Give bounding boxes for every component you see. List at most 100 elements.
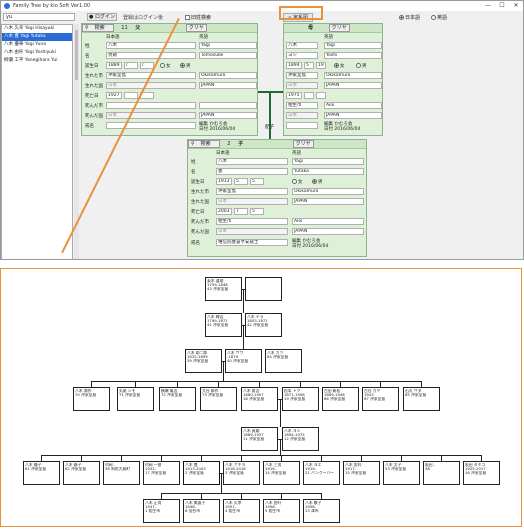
- tree-node[interactable]: 石丸 サダ 65 沖家室島: [403, 387, 440, 411]
- death-city-en-field[interactable]: Aioi: [324, 102, 382, 109]
- male-radio[interactable]: 男: [180, 63, 191, 69]
- tree-node[interactable]: 松本 トク 1871-1958 19 沖家室島: [282, 387, 319, 411]
- birth-city-ja-field[interactable]: 沖家室島: [286, 72, 318, 79]
- birth-day-field[interactable]: 19: [316, 62, 326, 69]
- search-button[interactable]: ⚲ 検索: [82, 24, 114, 32]
- tree-node[interactable]: 八木 種子 61 沖家室島: [23, 461, 60, 485]
- tree-node-selected[interactable]: 八木 豊 1913-2003 2 沖家室島: [183, 461, 220, 485]
- tree-node[interactable]: 八木 忠利 1917- 15 沖家室島: [343, 461, 380, 485]
- tree-node[interactable]: 阪田 -38: [423, 461, 460, 485]
- tree-node[interactable]: 八木 静子 62 沖家室島: [63, 461, 100, 485]
- birth-country-en-field[interactable]: JAPAN: [199, 82, 257, 89]
- tree-node[interactable]: 八木 美喜子 1948- 6 仙台市: [183, 499, 220, 523]
- birth-day-field[interactable]: 5: [250, 178, 264, 185]
- tree-node[interactable]: 八木 助二郎 1832-1899 39 沖家室島: [185, 349, 222, 373]
- tree-node[interactable]: 八木 ヨシ 1894-1975 12 沖家室島: [282, 427, 319, 451]
- female-radio[interactable]: 女: [160, 63, 171, 69]
- female-radio[interactable]: 女: [292, 179, 303, 185]
- tree-node[interactable]: 八木 久幸 1951- 4 相生市: [223, 499, 260, 523]
- death-city-ja-field[interactable]: [106, 102, 196, 109]
- tree-node[interactable]: [245, 277, 282, 301]
- list-item[interactable]: 八木 優華 Yagi Yuna: [2, 41, 72, 49]
- surname-ja-field[interactable]: 八木: [286, 42, 318, 49]
- tree-node[interactable]: 東木 道助 1759-1848 43 沖家室島: [205, 277, 242, 301]
- tree-node[interactable]: 八木 文子 53 沖家室島: [383, 461, 420, 485]
- birth-city-en-field[interactable]: Okikamuro: [324, 72, 382, 79]
- posthumous-field[interactable]: [106, 122, 196, 129]
- death-month-field[interactable]: [304, 92, 314, 99]
- death-country-en-field[interactable]: JAPAN: [292, 228, 364, 235]
- birth-year-field[interactable]: 1913: [216, 178, 232, 185]
- tree-node[interactable]: 横瀬 亀吉 72 沖家室島: [159, 387, 196, 411]
- given-ja-field[interactable]: 貞勛: [106, 52, 196, 59]
- death-country-ja-field[interactable]: 日本: [106, 112, 196, 119]
- death-month-field[interactable]: 7: [234, 208, 248, 215]
- minimize-button[interactable]: —: [481, 1, 495, 11]
- birth-city-en-field[interactable]: Okikamuro: [199, 72, 257, 79]
- tree-node[interactable]: 村岡 一誉 1931- 17 沖家室島: [143, 461, 180, 485]
- tree-node[interactable]: 村岡 -36 周防大島町: [103, 461, 140, 485]
- death-city-en-field[interactable]: Aioi: [292, 218, 364, 225]
- death-year-field[interactable]: 1927: [106, 92, 122, 99]
- given-en-field[interactable]: Tomosuke: [199, 52, 257, 59]
- death-country-ja-field[interactable]: 日本: [286, 112, 318, 119]
- death-month-field[interactable]: [124, 92, 138, 99]
- clear-button[interactable]: クリヤ: [185, 24, 207, 32]
- list-item[interactable]: 八木 久幸 Yagi Hisayuki: [2, 25, 72, 33]
- birth-month-field[interactable]: 5: [234, 178, 248, 185]
- death-city-ja-field[interactable]: 相生市: [216, 218, 288, 225]
- search-input[interactable]: yu: [3, 13, 75, 21]
- tree-node[interactable]: 八木 ヨエ 1919- 21 バンクーバー: [303, 461, 340, 485]
- clear-button[interactable]: クリヤ: [292, 140, 314, 148]
- death-day-field[interactable]: 5: [250, 208, 264, 215]
- list-item[interactable]: 八木 由吁 Yagi Yoshiyuki: [2, 49, 72, 57]
- male-radio[interactable]: 男: [312, 179, 323, 185]
- old-surname-search[interactable]: 旧姓検索: [185, 14, 211, 21]
- given-en-field[interactable]: Yoshi: [324, 52, 382, 59]
- lang-english-radio[interactable]: 英語: [431, 14, 447, 21]
- birth-year-field[interactable]: 1889: [106, 62, 122, 69]
- tree-node[interactable]: 八木 庸吉 1860-1907 18 沖家室島: [241, 387, 278, 411]
- tree-node[interactable]: 大谷 節作 73 沖家室島: [200, 387, 237, 411]
- birth-year-field[interactable]: 1894: [286, 62, 302, 69]
- given-ja-field[interactable]: 豊: [216, 168, 288, 175]
- tree-node[interactable]: 八木 由吁 1956- 5 相生市: [263, 499, 300, 523]
- tree-node[interactable]: 八木 貞勛 1889-1927 11 沖家室島: [241, 427, 278, 451]
- tree-node[interactable]: 八木 満作 70 沖家室島: [73, 387, 110, 411]
- tree-node[interactable]: 八木 梅吉 1799-1871 41 沖家室島: [205, 313, 242, 337]
- old-surname-checkbox[interactable]: [185, 15, 190, 20]
- death-city-ja-field[interactable]: 相生市: [286, 102, 318, 109]
- death-year-field[interactable]: 1975: [286, 92, 302, 99]
- death-year-field[interactable]: 2003: [216, 208, 232, 215]
- birth-month-field[interactable]: 5: [304, 62, 314, 69]
- tree-node[interactable]: 古谷 カヤ 1943 67 沖家室島: [362, 387, 399, 411]
- search-button[interactable]: ⚲ 検索: [188, 140, 220, 148]
- tree-node[interactable]: 丸尾 シモ 71 沖家室島: [117, 387, 154, 411]
- tree-node[interactable]: 阪田 タミコ 1925-2017 16 沖家室島: [463, 461, 500, 485]
- login-button[interactable]: ● ログイン: [87, 13, 117, 21]
- maximize-button[interactable]: ☐: [495, 1, 509, 11]
- female-radio[interactable]: 女: [334, 63, 345, 69]
- birth-month-field[interactable]: /: [124, 62, 138, 69]
- given-ja-field[interactable]: ヨシ: [286, 52, 318, 59]
- posthumous-field[interactable]: 唯信院豊誉亨安居士: [216, 239, 288, 246]
- tree-node[interactable]: 八木 正尚 1947- 1 相生市: [143, 499, 180, 523]
- death-country-ja-field[interactable]: 日本: [216, 228, 288, 235]
- tree-node[interactable]: 八木 三男 1916- 14 沖家室島: [263, 461, 300, 485]
- death-day-field[interactable]: [316, 92, 326, 99]
- given-en-field[interactable]: Yutaka: [292, 168, 364, 175]
- death-city-en-field[interactable]: [199, 102, 257, 109]
- surname-en-field[interactable]: Yagi: [292, 158, 364, 165]
- posthumous-field[interactable]: [286, 122, 318, 129]
- tree-node[interactable]: 古田 新松 1869-1946 66 沖家室島: [322, 387, 359, 411]
- tree-node[interactable]: 八木 敬子 1958- 13 津市: [303, 499, 340, 523]
- tree-node[interactable]: 八木 サワ -1879 40 沖家室島: [225, 349, 262, 373]
- birth-city-ja-field[interactable]: 沖家室島: [216, 188, 288, 195]
- scroll-thumb[interactable]: [75, 30, 78, 80]
- birth-country-en-field[interactable]: JAPAN: [324, 82, 382, 89]
- surname-en-field[interactable]: Yagi: [199, 42, 257, 49]
- surname-en-field[interactable]: Yagi: [324, 42, 382, 49]
- list-item-selected[interactable]: 八木 豊 Yagi Yutaka: [2, 33, 72, 41]
- tree-node[interactable]: 八木 カツ 84 沖家室島: [265, 349, 302, 373]
- surname-ja-field[interactable]: 八木: [216, 158, 288, 165]
